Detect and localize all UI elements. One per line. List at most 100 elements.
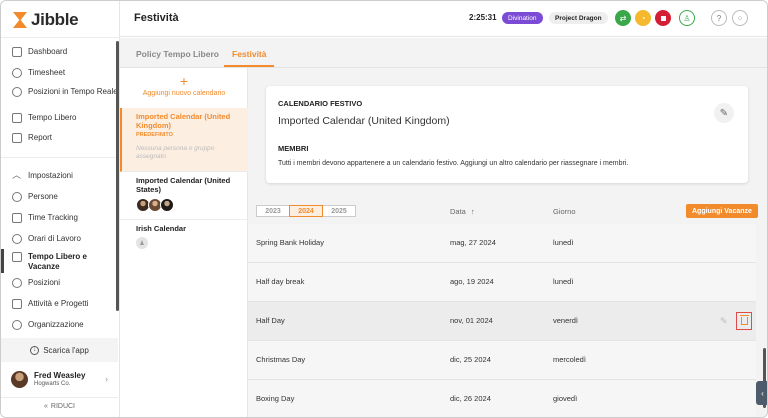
plus-icon: + [179,73,189,89]
sidebar-item-label: Persone [28,192,58,201]
sidebar-item-label: Attività e Progetti [28,299,89,308]
chevron-left-icon: ‹ [761,388,764,398]
sidebar-item-activities-projects[interactable]: Attività e Progetti [1,299,118,309]
clock-icon [12,68,22,78]
jibble-logo[interactable]: Jibble [13,10,79,30]
calendar-name: Irish Calendar [136,224,187,233]
help-button[interactable]: ? [711,10,727,26]
no-members-text: Nessuna persona o gruppo assegnato [136,145,215,160]
edit-holiday-button[interactable]: ✎ [720,316,728,327]
apps-button[interactable]: ⁘ [732,10,748,26]
avatar [11,370,28,388]
tabs: Policy Tempo Libero Festività [120,38,767,68]
calendar-details-card: CALENDARIO FESTIVO Imported Calendar (Un… [266,86,748,183]
add-holiday-button[interactable]: Aggiungi Vacanze [686,204,758,218]
sidebar-scrollbar[interactable] [116,41,119,311]
trash-icon [739,315,749,325]
sidebar-item-live-locations[interactable]: Posizioni in Tempo Reale [1,87,118,97]
sidebar-item-timesheet[interactable]: Timesheet [1,68,118,78]
main-content: Policy Tempo Libero Festività + Aggiungi… [120,38,767,417]
sidebar-item-time-tracking[interactable]: Time Tracking [1,213,118,223]
person-icon: ♙ [683,13,691,23]
sidebar-item-label: Orari di Lavoro [28,234,81,243]
table-row[interactable]: Half Day nov, 01 2024 venerdì ✎ [248,302,756,341]
column-header-day: Giorno [553,207,576,216]
page-title: Festività [134,12,179,24]
table-row[interactable]: Spring Bank Holiday mag, 27 2024 lunedì [248,224,756,263]
add-calendar-button[interactable]: + Aggiungi nuovo calendario [120,68,248,108]
members-heading: MEMBRI [278,144,309,153]
people-placeholder-icon: ♟ [136,237,148,249]
sidebar-item-label: Organizzazione [28,320,84,329]
collapse-sidebar-button[interactable]: « RIDUCI [1,397,118,415]
sidebar-item-label: Report [28,133,53,142]
break-button[interactable]: ◔ [635,10,651,26]
pencil-icon: ✎ [720,316,728,326]
tab-holidays[interactable]: Festività [232,49,267,59]
hourglass-logo-icon [13,12,27,28]
card-heading: CALENDARIO FESTIVO [278,99,363,108]
activity-badge[interactable]: Divination [502,12,543,24]
table-row[interactable]: Christmas Day dic, 25 2024 mercoledì [248,341,756,380]
holiday-name: Half day break [256,277,305,286]
calendar-name: Imported Calendar (United Kingdom) [136,112,231,130]
default-badge: PREDEFINITO [136,132,173,138]
location-icon [12,87,22,97]
divider [1,37,120,38]
sidebar-item-label: Tempo Libero e Vacanze [28,252,87,271]
question-icon: ? [716,13,722,23]
year-2023[interactable]: 2023 [256,205,290,217]
sidebar-item-label: Timesheet [28,68,66,77]
edit-calendar-button[interactable]: ✎ [714,103,734,123]
calendar-item-uk[interactable]: Imported Calendar (United Kingdom) PREDE… [120,108,248,172]
project-badge[interactable]: Project Dragon [549,12,608,24]
tab-time-off-policy[interactable]: Policy Tempo Libero [136,49,219,59]
year-2025[interactable]: 2025 [322,205,356,217]
download-app-button[interactable]: ↓ Scarica l'app [1,338,118,362]
holiday-date: dic, 25 2024 [450,355,491,364]
switch-activity-button[interactable]: ⇄ [615,10,631,26]
top-header: Festività 2:25:31 Divination Project Dra… [120,1,767,37]
sidebar-item-time-off-holidays[interactable]: Tempo Libero e Vacanze [1,249,118,273]
collapse-label: RIDUCI [50,403,76,410]
holiday-name: Spring Bank Holiday [256,238,324,247]
holiday-date: dic, 26 2024 [450,394,491,403]
time-tracking-icon [12,213,22,223]
sidebar-item-time-off[interactable]: Tempo Libero [1,113,118,123]
user-profile[interactable]: Fred Weasley Hogwarts Co. › [1,363,118,395]
holiday-name: Half Day [256,316,285,325]
sidebar-item-report[interactable]: Report [1,133,118,143]
column-header-date[interactable]: Data ↑ [450,207,475,216]
sidebar-item-people[interactable]: Persone [1,192,118,202]
sidebar-item-locations[interactable]: Posizioni [1,278,118,288]
timer: 2:25:31 [469,13,497,22]
vacation-icon [12,252,22,262]
sidebar-item-work-schedules[interactable]: Orari di Lavoro [1,234,118,244]
members-text: Tutti i membri devono appartenere a un c… [278,160,629,167]
side-panel-toggle[interactable]: ‹ [756,381,767,405]
holiday-day: lunedì [553,277,574,286]
stop-button[interactable] [655,10,671,26]
sidebar-item-label: Impostazioni [28,171,73,180]
pencil-icon: ✎ [719,107,729,119]
user-org: Hogwarts Co. [34,381,71,387]
holiday-day: venerdì [553,316,579,325]
year-2024[interactable]: 2024 [289,205,323,217]
report-icon [12,133,22,143]
calendar-name: Imported Calendar (United States) [136,176,231,194]
calendar-item-irish[interactable]: Irish Calendar ♟ [120,220,248,260]
avatar [160,198,174,212]
sidebar-item-organization[interactable]: Organizzazione [1,320,118,330]
table-row[interactable]: Half day break ago, 19 2024 lunedì [248,263,756,302]
holiday-day: lunedì [553,238,574,247]
clock-person-button[interactable]: ♙ [679,10,695,26]
coffee-icon: ◔ [640,13,646,23]
sidebar-item-settings[interactable]: ︿ Impostazioni [1,171,118,181]
stop-icon [660,15,666,21]
holiday-date: nov, 01 2024 [450,316,493,325]
delete-holiday-button[interactable] [736,312,752,330]
double-chevron-left-icon: « [43,403,48,410]
sidebar-item-dashboard[interactable]: Dashboard [1,47,118,57]
calendar-item-us[interactable]: Imported Calendar (United States) [120,172,248,220]
table-row[interactable]: Boxing Day dic, 26 2024 giovedì [248,380,756,417]
